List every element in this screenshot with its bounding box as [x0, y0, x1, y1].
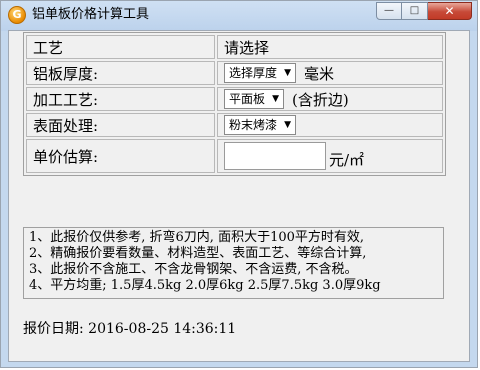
surface-label: 表面处理:	[26, 113, 215, 137]
row-process: 工艺 请选择	[26, 35, 443, 59]
window-title: 铝单板价格计算工具	[32, 7, 150, 22]
process-label: 工艺	[26, 35, 215, 59]
maximize-button[interactable]: □	[402, 2, 428, 20]
note-line: 4、平方均重; 1.5厚4.5kg 2.0厚6kg 2.5厚7.5kg 3.0厚…	[29, 278, 381, 293]
caption-buttons: — □ ✕	[376, 2, 472, 22]
quote-date: 报价日期: 2016-08-25 14:36:11	[23, 320, 236, 338]
fabrication-cell: 平面板 ▼ (含折边)	[217, 87, 443, 111]
chevron-down-icon: ▼	[272, 94, 280, 104]
fabrication-label: 加工工艺:	[26, 87, 215, 111]
note-line: 3、此报价不含施工、不含龙骨钢架、不含运费, 不含税。	[29, 262, 358, 277]
surface-selected: 粉末烤漆	[229, 118, 278, 132]
minimize-button[interactable]: —	[376, 2, 402, 20]
price-unit: 元/㎡	[329, 151, 365, 169]
chevron-down-icon: ▼	[284, 120, 292, 130]
quote-date-label: 报价日期:	[23, 321, 84, 337]
price-label: 单价估算:	[26, 139, 215, 173]
close-button[interactable]: ✕	[428, 2, 472, 20]
surface-select[interactable]: 粉末烤漆 ▼	[224, 115, 297, 135]
row-thickness: 铝板厚度: 选择厚度 ▼ 毫米	[26, 61, 443, 85]
note-line: 1、此报价仅供参考, 折弯6刀内, 面积大于100平方时有效,	[29, 230, 365, 245]
fabrication-select[interactable]: 平面板 ▼	[224, 89, 285, 109]
thickness-label: 铝板厚度:	[26, 61, 215, 85]
surface-cell: 粉末烤漆 ▼	[217, 113, 443, 137]
note-line: 2、精确报价要看数量、材料造型、表面工艺、等综合计算,	[29, 246, 367, 261]
title-bar[interactable]: G 铝单板价格计算工具 — □ ✕	[1, 1, 477, 29]
process-value: 请选择	[217, 35, 443, 59]
chevron-down-icon: ▼	[284, 68, 292, 78]
row-price: 单价估算: 元/㎡	[26, 139, 443, 173]
fabrication-note: (含折边)	[292, 90, 349, 109]
quote-date-value: 2016-08-25 14:36:11	[88, 321, 237, 337]
row-surface: 表面处理: 粉末烤漆 ▼	[26, 113, 443, 137]
notes-box: 1、此报价仅供参考, 折弯6刀内, 面积大于100平方时有效, 2、精确报价要看…	[23, 227, 444, 299]
fabrication-selected: 平面板	[229, 92, 266, 106]
thickness-selected: 选择厚度	[229, 66, 278, 80]
price-cell: 元/㎡	[217, 139, 443, 173]
thickness-unit: 毫米	[304, 64, 335, 83]
thickness-select[interactable]: 选择厚度 ▼	[224, 63, 297, 83]
app-logo-icon: G	[8, 6, 26, 24]
price-estimate-field[interactable]	[224, 142, 326, 170]
thickness-cell: 选择厚度 ▼ 毫米	[217, 61, 443, 85]
app-window: G 铝单板价格计算工具 — □ ✕ 工艺 请选择 铝板厚度: 选择厚度 ▼ 毫米…	[0, 0, 478, 368]
calculator-form: 工艺 请选择 铝板厚度: 选择厚度 ▼ 毫米 加工工艺: 平面板 ▼ (含折边)…	[23, 32, 446, 176]
row-fabrication: 加工工艺: 平面板 ▼ (含折边)	[26, 87, 443, 111]
